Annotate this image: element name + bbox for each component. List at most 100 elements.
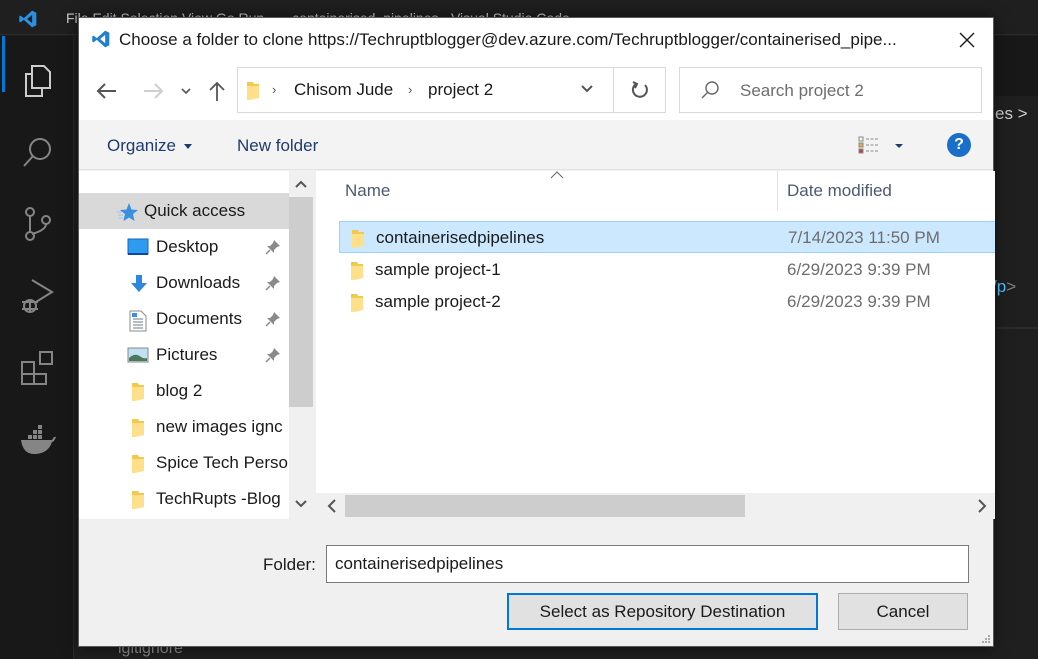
nav-item-documents[interactable]: Documents (79, 301, 289, 337)
run-debug-icon[interactable] (18, 276, 58, 316)
extensions-icon[interactable] (18, 348, 58, 388)
scroll-right-icon[interactable] (977, 499, 987, 513)
refresh-button[interactable] (614, 67, 666, 113)
arrow-right-icon (144, 83, 164, 99)
nav-item-pictures[interactable]: Pictures (79, 337, 289, 373)
folder-name-input[interactable] (326, 545, 969, 583)
view-options-button[interactable] (857, 135, 907, 157)
search-icon (701, 81, 719, 99)
breadcrumb-project-2[interactable]: project 2 (428, 80, 493, 100)
scroll-down-icon[interactable] (295, 499, 307, 509)
new-folder-button[interactable]: New folder (237, 136, 318, 156)
nav-item-label: Documents (156, 309, 242, 328)
nav-item-label: blog 2 (156, 381, 203, 400)
select-repository-destination-button[interactable]: Select as Repository Destination (507, 593, 818, 630)
search-icon[interactable] (18, 132, 58, 172)
explorer-icon[interactable] (18, 60, 58, 100)
document-icon (129, 310, 147, 332)
up-button[interactable] (203, 78, 231, 104)
desktop-icon (127, 238, 149, 255)
command-toolbar: Organize New folder ? (79, 120, 993, 170)
pictures-icon (127, 347, 149, 363)
vscode-logo-icon (92, 30, 110, 48)
pin-icon (265, 312, 280, 327)
folder-icon (132, 419, 144, 437)
nav-item-new-images[interactable]: new images ignc (79, 409, 289, 445)
folder-icon (352, 230, 364, 248)
nav-item-label: Downloads (156, 273, 241, 292)
nav-item-label: Quick access (144, 201, 246, 220)
folder-icon (132, 383, 144, 401)
forward-button[interactable] (139, 78, 167, 104)
dialog-title: Choose a folder to clone https://Techrup… (119, 30, 897, 49)
folder-picker-dialog: Choose a folder to clone https://Techrup… (78, 17, 995, 647)
pin-icon (265, 276, 280, 291)
file-list-horizontal-scrollbar[interactable] (319, 493, 995, 519)
resize-grip-icon[interactable] (981, 634, 991, 644)
breadcrumb-separator: › (408, 82, 413, 97)
refresh-icon (631, 81, 648, 98)
scroll-left-icon[interactable] (327, 499, 337, 513)
file-date: 6/29/2023 9:39 PM (787, 292, 931, 311)
download-icon (131, 275, 147, 292)
vscode-code-fragment: /p> (992, 277, 1017, 296)
vscode-tab-strip (995, 36, 1038, 96)
docker-icon[interactable] (18, 420, 58, 460)
pin-icon (265, 348, 280, 363)
nav-pane-scroll-thumb[interactable] (289, 197, 313, 407)
file-date: 6/29/2023 9:39 PM (787, 260, 931, 279)
chevron-down-icon[interactable] (580, 82, 594, 96)
close-icon (959, 32, 975, 48)
breadcrumb-chisom-jude[interactable]: Chisom Jude (294, 80, 393, 100)
details-view-icon (858, 136, 879, 154)
column-header-name[interactable]: Name (345, 181, 390, 201)
help-button[interactable]: ? (947, 133, 971, 157)
file-row-containerisedpipelines[interactable]: containerisedpipelines 7/14/2023 11:50 P… (339, 221, 995, 253)
vscode-logo-icon (19, 10, 37, 28)
scroll-up-icon[interactable] (295, 179, 307, 189)
organize-button[interactable]: Organize (107, 136, 192, 156)
arrow-left-icon (96, 83, 116, 99)
nav-pane-scrollbar[interactable] (289, 171, 313, 519)
cancel-button[interactable]: Cancel (838, 593, 968, 630)
nav-item-label: Pictures (156, 345, 218, 364)
file-row-sample-project-1[interactable]: sample project-1 6/29/2023 9:39 PM (339, 254, 995, 286)
folder-icon (132, 455, 144, 473)
search-box[interactable]: Search project 2 (679, 67, 982, 113)
file-date: 7/14/2023 11:50 PM (788, 228, 940, 247)
close-button[interactable] (955, 28, 979, 52)
navigation-bar: › Chisom Jude › project 2 Search project… (79, 62, 993, 120)
sort-ascending-icon (550, 171, 564, 179)
folder-label: Folder: (263, 555, 316, 574)
source-control-icon[interactable] (18, 204, 58, 244)
file-row-sample-project-2[interactable]: sample project-2 6/29/2023 9:39 PM (339, 286, 995, 318)
address-bar[interactable]: › Chisom Jude › project 2 (237, 67, 614, 113)
back-button[interactable] (93, 78, 121, 104)
caret-down-icon (895, 144, 903, 148)
file-name: containerisedpipelines (376, 228, 545, 247)
recent-locations-button[interactable] (175, 78, 197, 104)
nav-item-spice-tech[interactable]: Spice Tech Persor (79, 445, 289, 481)
folder-icon (351, 294, 363, 312)
horizontal-scroll-thumb[interactable] (345, 495, 745, 517)
vscode-line-highlight (995, 327, 1038, 329)
nav-item-label: new images ignc (156, 417, 283, 436)
folder-icon (247, 82, 259, 100)
star-icon (117, 203, 138, 221)
dialog-titlebar: Choose a folder to clone https://Techrup… (79, 18, 993, 62)
nav-item-blog-2[interactable]: blog 2 (79, 373, 289, 409)
nav-item-quick-access[interactable]: Quick access (79, 193, 289, 229)
column-header-date-modified[interactable]: Date modified (787, 181, 892, 201)
folder-icon (132, 491, 144, 509)
folder-icon (351, 262, 363, 280)
column-divider[interactable] (777, 171, 778, 211)
navigation-pane: Quick access Desktop Downloads Documents… (79, 171, 289, 519)
nav-item-label: TechRupts -Blog (156, 489, 281, 508)
nav-item-desktop[interactable]: Desktop (79, 229, 289, 265)
vscode-breadcrumb-fragment: es > (995, 104, 1028, 123)
nav-item-downloads[interactable]: Downloads (79, 265, 289, 301)
file-list: Name Date modified containerisedpipeline… (316, 171, 995, 493)
chevron-down-icon (181, 87, 191, 94)
nav-item-techrupts-blog[interactable]: TechRupts -Blog (79, 481, 289, 517)
arrow-up-icon (209, 81, 225, 101)
